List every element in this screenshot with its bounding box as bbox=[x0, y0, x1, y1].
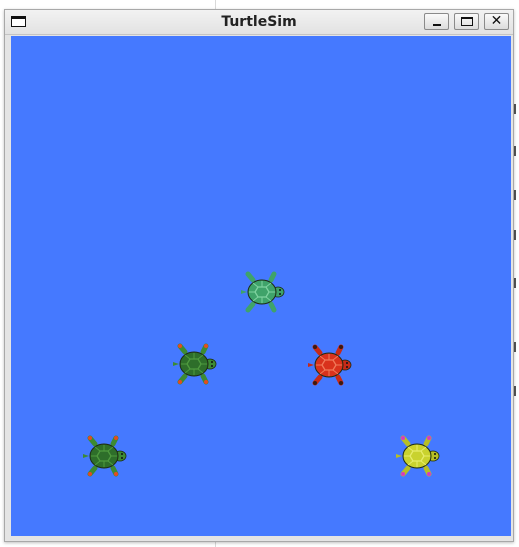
background-text-fragment bbox=[514, 104, 519, 114]
turtle-bottom-right bbox=[396, 435, 440, 477]
close-button[interactable]: ✕ bbox=[484, 13, 509, 30]
turtle-bottom-left bbox=[83, 435, 127, 477]
title-bar[interactable]: TurtleSim ✕ bbox=[5, 10, 513, 35]
background-text-fragment bbox=[514, 230, 519, 240]
minimize-button[interactable] bbox=[424, 13, 449, 30]
background-text-fragment bbox=[514, 386, 519, 396]
maximize-icon bbox=[461, 17, 473, 26]
background-text-fragment bbox=[514, 342, 519, 352]
background-terminal-edge bbox=[514, 0, 519, 547]
turtlesim-window: TurtleSim ✕ bbox=[4, 9, 514, 542]
turtlesim-canvas[interactable] bbox=[11, 36, 511, 536]
window-menu-icon[interactable] bbox=[11, 16, 26, 27]
maximize-button[interactable] bbox=[454, 13, 479, 30]
background-text-fragment bbox=[514, 278, 519, 288]
minimize-icon bbox=[433, 24, 441, 26]
turtle-middle-right bbox=[308, 344, 352, 386]
turtle-top-center bbox=[241, 271, 285, 313]
turtle-middle-left bbox=[173, 343, 217, 385]
window-title: TurtleSim bbox=[221, 14, 297, 30]
desktop: TurtleSim ✕ bbox=[0, 0, 519, 547]
background-text-fragment bbox=[514, 190, 519, 200]
background-text-fragment bbox=[514, 146, 519, 156]
close-icon: ✕ bbox=[490, 13, 503, 29]
